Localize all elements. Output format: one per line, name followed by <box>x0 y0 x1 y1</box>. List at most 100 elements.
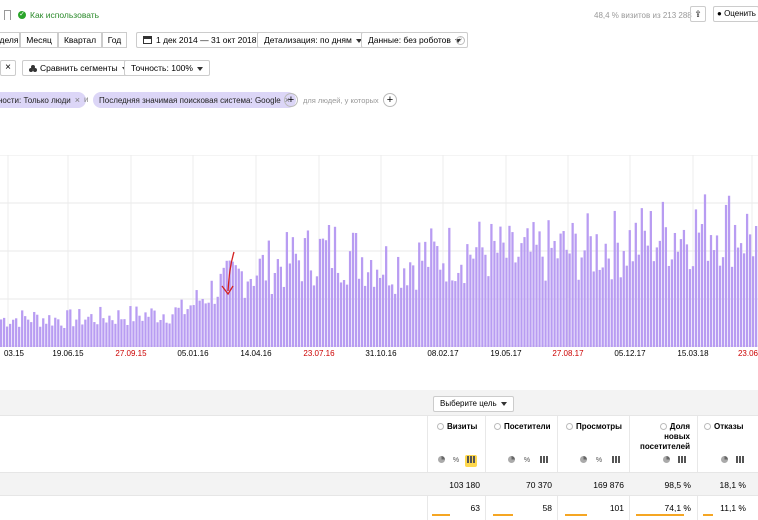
chart-bar <box>312 285 316 347</box>
chart-bar <box>661 201 665 347</box>
chart-bar <box>535 244 538 347</box>
bar-chart-icon[interactable] <box>734 455 746 467</box>
chart-bar <box>132 321 135 347</box>
bar-chart-icon[interactable] <box>676 455 688 467</box>
chart-bar <box>300 281 304 347</box>
chart-bar <box>54 317 57 347</box>
chart-bar <box>625 265 628 347</box>
help-icon[interactable]: ? <box>456 36 465 45</box>
chart-bar <box>739 243 743 347</box>
chart-bar <box>213 303 216 347</box>
chart-bar <box>664 227 668 347</box>
accuracy-dropdown[interactable]: Точность: 100% <box>124 60 210 76</box>
chart-bar <box>375 269 379 347</box>
row-pageviews: 101 <box>609 503 624 513</box>
goal-dropdown[interactable]: Выберите цель <box>433 396 514 412</box>
column-header-visitors[interactable]: Посетители <box>494 422 551 432</box>
chart-bar <box>99 306 102 347</box>
chart-bar <box>336 272 340 347</box>
chart-bar <box>354 232 358 347</box>
chart-bar <box>33 311 36 347</box>
column-label: Визиты <box>447 422 478 431</box>
chart-bar <box>27 319 30 347</box>
x-tick-label: 15.03.18 <box>677 349 709 358</box>
row-bar-new-visitors <box>636 514 684 516</box>
filter-chip-search-engine[interactable]: Последняя значимая поисковая система: Go… <box>93 92 297 108</box>
close-icon[interactable]: × <box>0 60 16 76</box>
chart-bar <box>297 260 301 347</box>
chart-bar <box>204 303 207 347</box>
radio-icon[interactable] <box>566 423 573 430</box>
column-header-new-visitors[interactable]: Доля новых посетителей <box>640 422 690 452</box>
chart-bar <box>478 221 481 347</box>
chart-bar <box>201 298 204 347</box>
people-hint: для людей, у которых <box>303 96 379 105</box>
chart-bar <box>255 275 258 347</box>
chart-bar <box>51 325 54 347</box>
chart-bar <box>547 220 550 347</box>
column-header-pageviews[interactable]: Просмотры <box>566 422 622 432</box>
bar-chart-icon[interactable] <box>465 455 477 467</box>
bar-chart-icon[interactable] <box>538 455 550 467</box>
bar-chart-icon[interactable] <box>610 455 622 467</box>
chart-bar <box>580 257 583 347</box>
goal-label: Выберите цель <box>440 399 497 408</box>
add-condition-button[interactable]: + <box>383 93 397 107</box>
date-range-button[interactable]: 1 дек 2014 — 31 окт 2018 <box>136 32 264 48</box>
add-filter-button[interactable]: + <box>284 93 298 107</box>
radio-icon[interactable] <box>494 423 501 430</box>
chart-bar <box>628 230 631 347</box>
chart-bars <box>0 194 758 347</box>
pie-chart-icon[interactable] <box>660 455 672 467</box>
chart-bar <box>345 284 349 347</box>
filter-chip-label: ности: Только люди <box>0 96 71 105</box>
period-year-button[interactable]: Год <box>102 32 127 48</box>
share-button[interactable]: ⇪ <box>690 6 706 22</box>
chart-bar <box>225 260 228 347</box>
chart-bar <box>333 226 337 347</box>
percent-icon[interactable]: % <box>521 455 533 467</box>
chart-bar <box>6 326 9 347</box>
chart-bar <box>649 211 652 347</box>
total-bounce: 18,1 % <box>719 480 746 490</box>
data-dropdown[interactable]: Данные: без роботов <box>361 32 468 48</box>
chart-bar <box>114 323 117 347</box>
period-week-button[interactable]: деля <box>0 32 20 48</box>
chart-bar <box>646 245 649 347</box>
pie-chart-icon[interactable] <box>718 455 730 467</box>
detail-dropdown[interactable]: Детализация: по дням <box>257 32 369 48</box>
pie-chart-icon[interactable] <box>577 455 589 467</box>
chart-bar <box>36 314 39 347</box>
rate-button[interactable]: ● Оценить <box>713 6 758 22</box>
percent-icon[interactable]: % <box>593 455 605 467</box>
radio-icon[interactable] <box>704 423 711 430</box>
bookmark-icon[interactable] <box>4 10 11 20</box>
chart-bar <box>285 232 289 347</box>
chart-bar <box>394 293 397 347</box>
chart-bar <box>550 247 553 347</box>
column-header-visits[interactable]: Визиты <box>437 422 477 432</box>
column-header-bounce[interactable]: Отказы <box>704 422 744 432</box>
compare-segments-dropdown[interactable]: Сравнить сегменты <box>22 60 135 76</box>
pie-chart-icon[interactable] <box>505 455 517 467</box>
filter-chip-humans[interactable]: ности: Только люди × <box>0 92 86 108</box>
how-to-use-link[interactable]: Как использовать <box>30 10 99 20</box>
pie-chart-icon[interactable] <box>435 455 447 467</box>
radio-icon[interactable] <box>659 423 667 430</box>
period-quarter-button[interactable]: Квартал <box>58 32 102 48</box>
percent-icon[interactable]: % <box>450 455 462 467</box>
chart-bar <box>321 238 325 347</box>
close-icon[interactable]: × <box>75 95 80 105</box>
chart-bar <box>643 230 646 347</box>
chart-bar <box>532 222 535 347</box>
chart-bar <box>679 239 683 347</box>
chart-bar <box>129 306 132 347</box>
period-month-button[interactable]: Месяц <box>20 32 58 48</box>
chart-bar <box>264 280 267 347</box>
x-tick-label: 05.12.17 <box>614 349 646 358</box>
chart-bar <box>631 261 634 347</box>
chart-bar <box>81 324 84 347</box>
filter-chip-label: Последняя значимая поисковая система: Go… <box>99 96 281 105</box>
radio-icon[interactable] <box>437 423 444 430</box>
chart-bar <box>15 318 18 347</box>
